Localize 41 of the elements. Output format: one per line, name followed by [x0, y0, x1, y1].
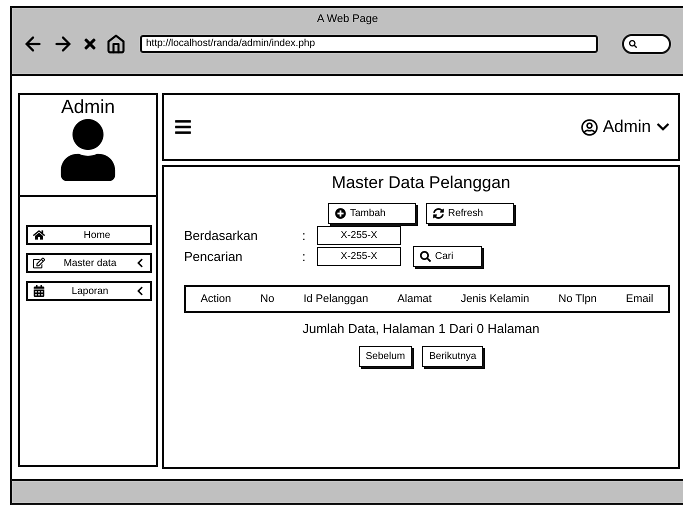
filter-label: Berdasarkan: [184, 228, 259, 243]
edit-icon: [33, 257, 45, 269]
address-field[interactable]: http://localhost/randa/admin/index.php: [140, 35, 598, 53]
home-icon: [33, 229, 45, 241]
sidebar-title: Admin: [61, 97, 115, 119]
home-icon[interactable]: [106, 34, 126, 54]
user-icon: [580, 118, 598, 136]
chevron-icon: [135, 258, 145, 268]
column-header: Alamat: [397, 293, 432, 305]
page-title: Master Data Pelanggan: [332, 173, 510, 193]
calendar-icon: [33, 285, 45, 297]
sidebar-item[interactable]: Home: [26, 225, 152, 245]
search-icon: [629, 40, 637, 48]
pager-button[interactable]: Berikutnya: [422, 346, 484, 367]
column-header: No: [260, 293, 274, 305]
menu-icon[interactable]: [174, 118, 192, 136]
column-header: Id Pelanggan: [303, 293, 368, 305]
column-header: Action: [200, 293, 232, 305]
column-header: Jenis Kelamin: [460, 293, 530, 305]
input-field[interactable]: X-255-X: [317, 247, 401, 266]
pager-button[interactable]: Sebelum: [358, 346, 412, 367]
column-header: No Tlpn: [558, 293, 597, 305]
action-button[interactable]: Refresh: [426, 203, 514, 224]
sidebar-item[interactable]: Master data: [26, 253, 152, 273]
sidebar-item[interactable]: Laporan: [26, 281, 152, 301]
pagination-info: Jumlah Data, Halaman 1 Dari 0 Halaman: [302, 321, 540, 336]
search-button[interactable]: Cari: [413, 246, 482, 267]
separator: :: [302, 228, 307, 243]
search-icon: [420, 251, 431, 262]
plus-icon: [335, 208, 346, 219]
action-button[interactable]: Tambah: [328, 203, 416, 224]
refresh-icon: [433, 208, 444, 219]
column-header: Email: [626, 293, 654, 305]
separator: :: [302, 249, 307, 264]
filter-label: Pencarian: [184, 249, 244, 264]
chevron-icon: [135, 286, 145, 296]
search-field[interactable]: [622, 34, 671, 54]
user-menu[interactable]: Admin: [580, 117, 670, 137]
input-field[interactable]: X-255-X: [317, 226, 401, 245]
window-title: A Web Page: [317, 13, 378, 25]
close-icon[interactable]: [82, 36, 98, 52]
